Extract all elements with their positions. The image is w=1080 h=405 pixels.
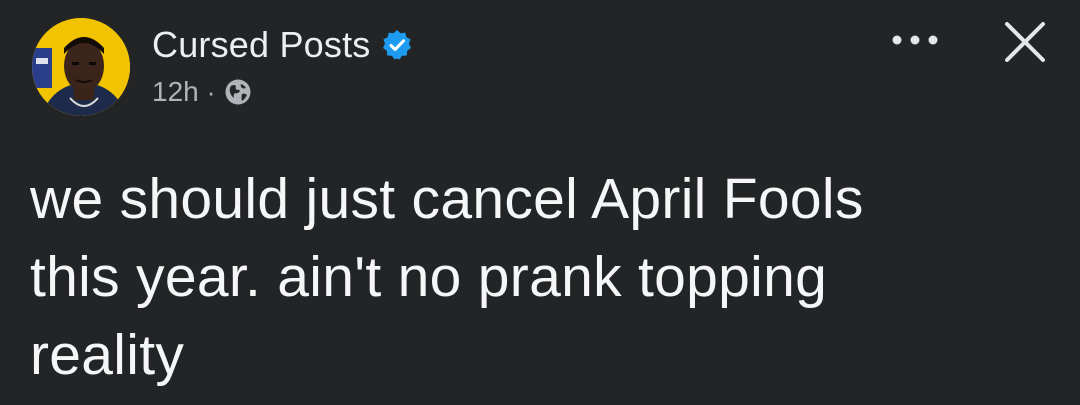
post-body-text: we should just cancel April Fools this y… [30,167,864,387]
close-button[interactable] [995,18,1055,66]
more-options-button[interactable] [880,20,950,60]
globe-icon[interactable] [223,77,253,107]
author-row: Cursed Posts [152,24,413,66]
close-icon [1005,22,1045,62]
verified-badge-icon [381,29,413,61]
post-card: Cursed Posts 12h · we should just cancel… [0,0,1080,405]
post-meta: 12h · [152,76,253,108]
avatar-image [32,18,130,116]
meta-separator: · [206,76,216,107]
author-avatar[interactable] [32,18,130,116]
author-name[interactable]: Cursed Posts [152,24,371,66]
post-timestamp[interactable]: 12h [152,76,199,108]
more-options-icon [892,35,938,45]
